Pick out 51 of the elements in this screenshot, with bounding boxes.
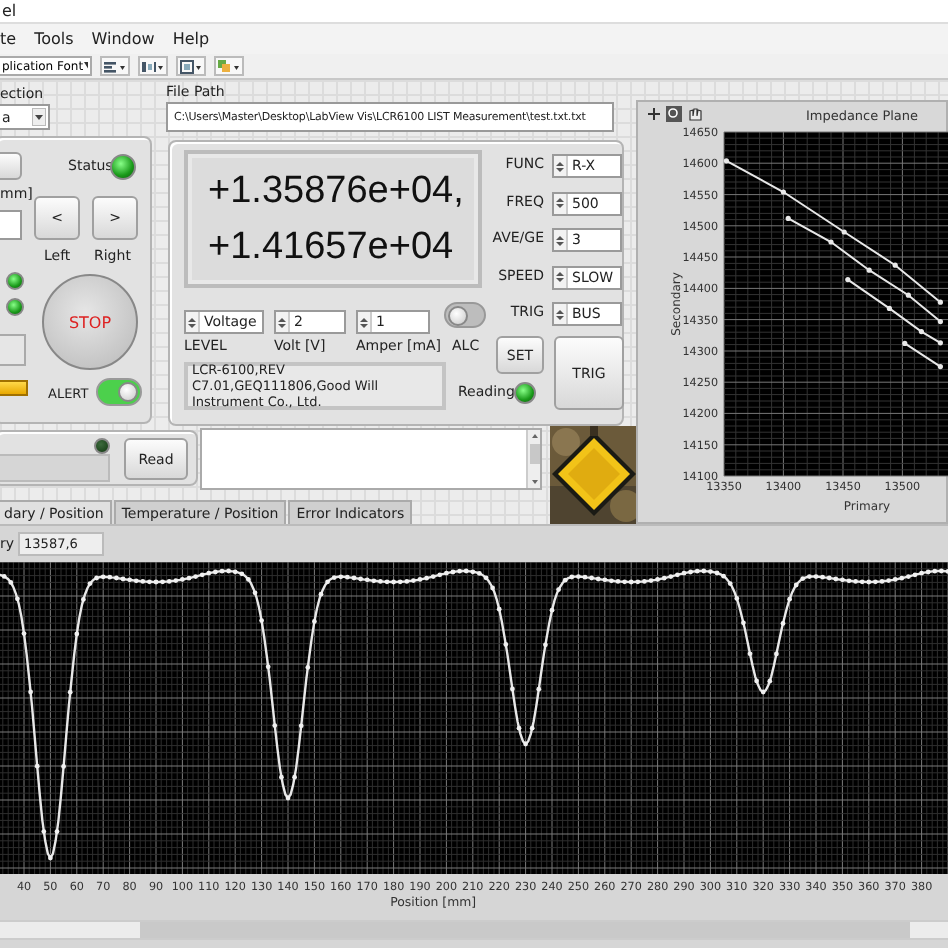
align-icon	[104, 59, 126, 73]
data-point	[937, 319, 943, 325]
caret-icon	[83, 62, 88, 70]
spin-icon	[276, 312, 290, 332]
data-point	[886, 305, 892, 311]
zoom-icon[interactable]	[666, 106, 682, 122]
spin-icon	[554, 230, 568, 251]
crosshair-icon[interactable]	[647, 107, 661, 121]
data-point	[723, 158, 729, 164]
reorder-icon	[218, 59, 240, 73]
scrollbar[interactable]	[526, 430, 540, 488]
data-point	[905, 292, 911, 298]
data-point	[892, 262, 898, 268]
data-point	[937, 299, 943, 305]
status-field	[0, 454, 110, 482]
alc-toggle[interactable]	[444, 302, 486, 328]
window-title: el	[2, 2, 17, 20]
data-point	[918, 329, 924, 335]
data-point	[845, 277, 851, 283]
square-button[interactable]	[0, 152, 22, 180]
align-button[interactable]	[100, 56, 130, 76]
spin-icon	[554, 156, 568, 176]
resize-icon	[180, 59, 202, 73]
menu-item[interactable]: Tools	[34, 29, 74, 49]
distribute-button[interactable]	[138, 56, 168, 76]
data-point	[866, 267, 872, 273]
spin-icon	[554, 304, 568, 325]
data-point	[937, 340, 943, 346]
input-field[interactable]	[0, 210, 22, 240]
resize-button[interactable]	[176, 56, 206, 76]
caret-icon	[32, 108, 46, 126]
hand-icon[interactable]	[689, 108, 702, 121]
menu-item[interactable]: te	[0, 29, 17, 49]
scrollbar[interactable]	[0, 919, 948, 939]
spin-icon	[554, 267, 568, 288]
indicator-box	[0, 334, 26, 366]
data-point	[780, 189, 786, 195]
log-text-area[interactable]	[200, 428, 542, 490]
data-point	[902, 340, 908, 346]
measurement-display: +1.35876e+04, +1.41657e+04	[184, 150, 482, 288]
spin-icon	[358, 312, 372, 332]
data-point	[841, 229, 847, 235]
distribute-icon	[142, 59, 164, 73]
menu-item[interactable]: Help	[172, 29, 210, 49]
menu-item[interactable]: Window	[91, 29, 155, 49]
data-point	[937, 364, 943, 370]
spin-icon	[554, 193, 568, 214]
spin-icon	[186, 312, 200, 332]
alert-toggle[interactable]	[96, 378, 142, 406]
data-point	[828, 239, 834, 245]
data-point	[785, 215, 791, 221]
